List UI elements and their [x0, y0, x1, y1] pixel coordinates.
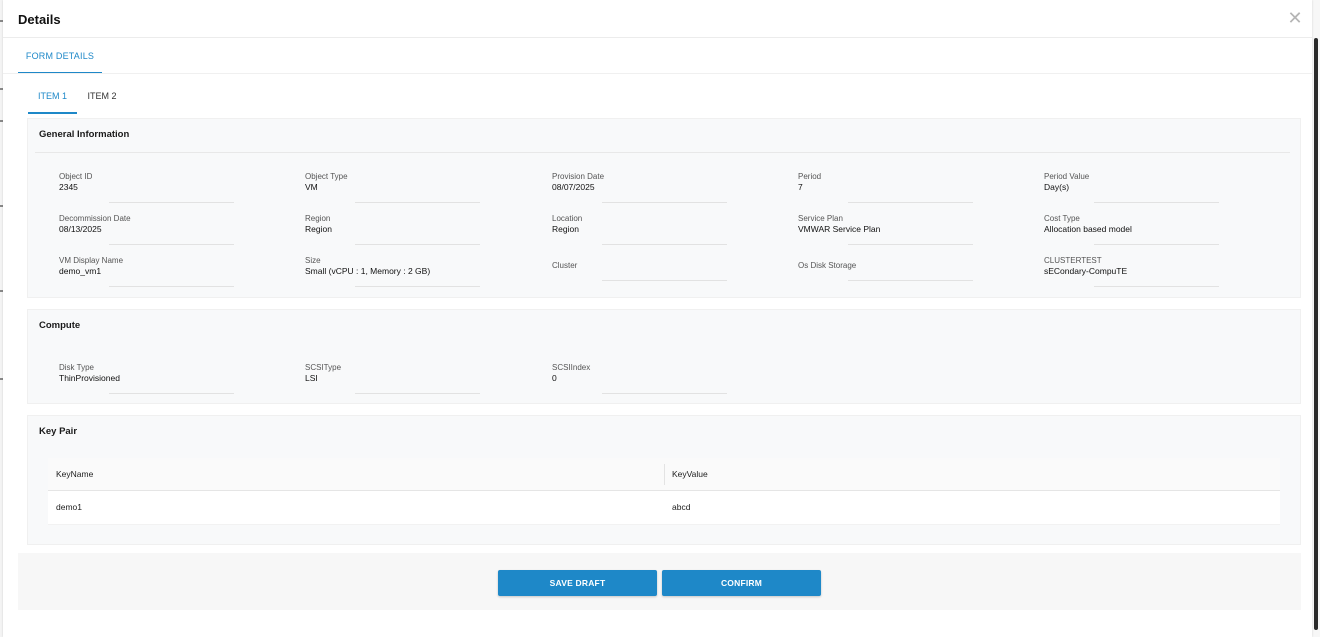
field-underline	[1094, 202, 1219, 203]
field-label: Cost Type	[1044, 214, 1080, 223]
field-scsi-type: SCSIType LSI	[305, 363, 485, 394]
field-underline	[1094, 286, 1219, 287]
field-value: 2345	[59, 182, 78, 192]
field-label: SCSIType	[305, 363, 342, 372]
field-underline	[109, 202, 234, 203]
field-value: 7	[798, 182, 803, 192]
field-label: Object ID	[59, 172, 93, 181]
modal-footer: SAVE DRAFT CONFIRM	[18, 553, 1301, 610]
field-underline	[602, 244, 727, 245]
confirm-button[interactable]: CONFIRM	[662, 570, 821, 596]
field-period: Period 7	[798, 172, 978, 203]
close-icon[interactable]: ✕	[1286, 9, 1304, 27]
table-row[interactable]: demo1 abcd	[48, 491, 1280, 525]
field-decommission-date: Decommission Date 08/13/2025	[59, 214, 239, 245]
field-label: Provision Date	[552, 172, 605, 181]
field-label: Period	[798, 172, 822, 181]
field-label: SCSIIndex	[552, 363, 591, 372]
field-value: sECondary-CompuTE	[1044, 266, 1128, 276]
field-label: Region	[305, 214, 331, 223]
field-value: 0	[552, 373, 557, 383]
field-label: Decommission Date	[59, 214, 131, 223]
field-underline	[1094, 244, 1219, 245]
key-pair-table: KeyName KeyValue demo1 abcd	[48, 458, 1280, 525]
table-cell-keyname: demo1	[56, 502, 82, 512]
field-value: Allocation based model	[1044, 224, 1132, 234]
field-underline	[355, 202, 480, 203]
column-header-keyvalue[interactable]: KeyValue	[672, 458, 708, 491]
field-cost-type: Cost Type Allocation based model	[1044, 214, 1224, 245]
field-underline	[602, 393, 727, 394]
field-label: Os Disk Storage	[798, 261, 857, 270]
field-underline	[355, 393, 480, 394]
field-underline	[602, 280, 727, 281]
field-service-plan: Service Plan VMWAR Service Plan	[798, 214, 978, 245]
details-modal: Details ✕ FORM DETAILS ITEM 1 ITEM 2 Gen…	[3, 0, 1312, 637]
field-underline	[848, 202, 973, 203]
modal-header: Details ✕	[3, 0, 1312, 38]
modal-title: Details	[18, 12, 61, 27]
field-label: Size	[305, 256, 321, 265]
key-pair-section: Key Pair KeyName KeyValue demo1 abcd	[27, 415, 1301, 545]
compute-section: Compute Disk Type ThinProvisioned SCSITy…	[27, 309, 1301, 404]
field-size: Size Small (vCPU : 1, Memory : 2 GB)	[305, 256, 485, 287]
field-os-disk-storage: Os Disk Storage	[798, 256, 978, 284]
field-value: VM	[305, 182, 318, 192]
field-value: demo_vm1	[59, 266, 102, 276]
section-title: Compute	[39, 320, 81, 331]
field-region: Region Region	[305, 214, 485, 245]
field-object-id: Object ID 2345	[59, 172, 239, 203]
tab-item-2[interactable]: ITEM 2	[82, 82, 122, 114]
field-period-value: Period Value Day(s)	[1044, 172, 1224, 203]
field-clustertest: CLUSTERTEST sECondary-CompuTE	[1044, 256, 1224, 287]
field-label: Period Value	[1044, 172, 1090, 181]
section-divider	[35, 152, 1290, 153]
page-scrollbar[interactable]	[1312, 0, 1320, 637]
save-draft-button[interactable]: SAVE DRAFT	[498, 570, 657, 596]
field-vm-display-name: VM Display Name demo_vm1	[59, 256, 239, 287]
field-value: ThinProvisioned	[59, 373, 120, 383]
field-underline	[109, 393, 234, 394]
field-underline	[602, 202, 727, 203]
tab-form-details[interactable]: FORM DETAILS	[18, 44, 102, 74]
field-underline	[355, 244, 480, 245]
field-label: Cluster	[552, 261, 578, 270]
field-underline	[109, 286, 234, 287]
field-label: Service Plan	[798, 214, 843, 223]
field-label: VM Display Name	[59, 256, 124, 265]
table-header: KeyName KeyValue	[48, 458, 1280, 491]
field-provision-date: Provision Date 08/07/2025	[552, 172, 732, 203]
tabs-divider	[3, 73, 1312, 74]
field-scsi-index: SCSIIndex 0	[552, 363, 732, 394]
field-label: CLUSTERTEST	[1044, 256, 1102, 265]
field-underline	[109, 244, 234, 245]
field-cluster: Cluster	[552, 256, 732, 284]
field-value: Region	[305, 224, 332, 234]
field-value: Small (vCPU : 1, Memory : 2 GB)	[305, 266, 431, 276]
field-value: 08/07/2025	[552, 182, 595, 192]
table-cell-keyvalue: abcd	[672, 502, 691, 512]
section-title: Key Pair	[39, 426, 78, 437]
column-header-keyname[interactable]: KeyName	[56, 458, 93, 491]
field-disk-type: Disk Type ThinProvisioned	[59, 363, 239, 394]
field-underline	[848, 280, 973, 281]
field-label: Location	[552, 214, 583, 223]
field-value: 08/13/2025	[59, 224, 102, 234]
column-divider	[664, 464, 665, 485]
field-location: Location Region	[552, 214, 732, 245]
field-label: Object Type	[305, 172, 348, 181]
field-value: Region	[552, 224, 579, 234]
field-object-type: Object Type VM	[305, 172, 485, 203]
field-label: Disk Type	[59, 363, 94, 372]
scrollbar-thumb[interactable]	[1314, 38, 1318, 630]
tab-item-1[interactable]: ITEM 1	[28, 82, 77, 114]
general-information-section: General Information Object ID 2345 Objec…	[27, 118, 1301, 298]
field-value: VMWAR Service Plan	[798, 224, 881, 234]
field-value: Day(s)	[1044, 182, 1070, 192]
field-underline	[848, 244, 973, 245]
section-title: General Information	[39, 129, 130, 140]
field-value: LSI	[305, 373, 318, 383]
field-underline	[355, 286, 480, 287]
